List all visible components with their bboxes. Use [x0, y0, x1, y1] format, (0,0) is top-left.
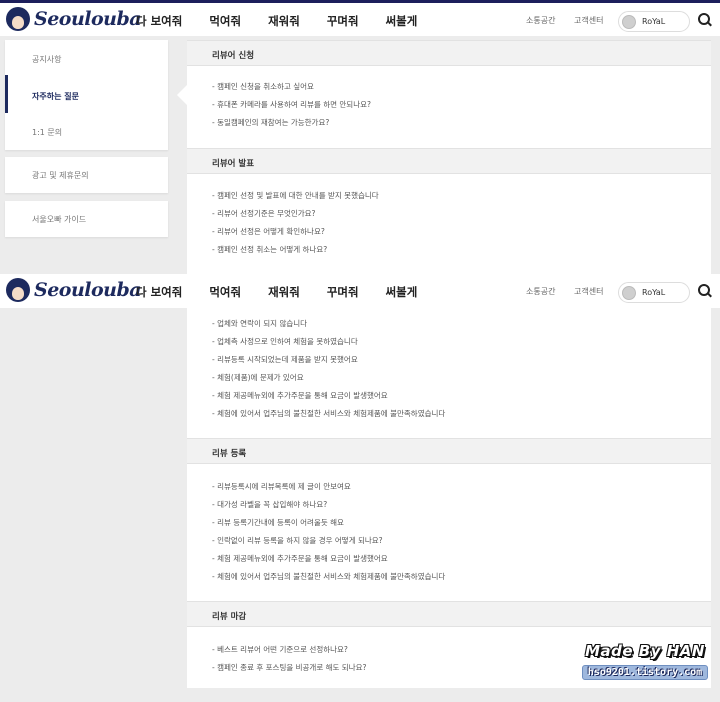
- header-bar: Seoulouba 다 보여줘 먹여줘 재워줘 꾸며줘 써볼게 소통공간 고객센…: [0, 274, 720, 308]
- faq-item[interactable]: - 인락없이 리뷰 등록을 하지 않을 경우 어떻게 되나요?: [212, 535, 383, 546]
- faq-item[interactable]: - 휴대폰 카메라를 사용하여 리뷰를 하면 안되나요?: [212, 99, 371, 110]
- section-title: 리뷰 등록: [212, 449, 247, 459]
- sidebar-item-ad-inquiry[interactable]: 광고 및 제휴문의: [32, 170, 89, 181]
- avatar: [622, 14, 636, 29]
- section-title: 리뷰어 발표: [212, 159, 255, 169]
- nav-item-food[interactable]: 먹여줘: [209, 13, 241, 29]
- search-icon[interactable]: [698, 284, 712, 298]
- logo-text: Seoulouba: [34, 279, 142, 301]
- nav-item-stay[interactable]: 재워줘: [268, 13, 300, 29]
- watermark-title: Made By HAN: [585, 642, 705, 660]
- username: RoYaL: [642, 288, 666, 297]
- screenshot-bottom: Seoulouba 다 보여줘 먹여줘 재워줘 꾸며줘 써볼게 소통공간 고객센…: [0, 274, 720, 702]
- sidebar-menu: 공지사항 자주하는 질문 1:1 문의: [5, 40, 168, 150]
- community-link[interactable]: 소통공간: [526, 15, 555, 26]
- faq-item[interactable]: - 체험에 있어서 업주님의 불친절한 서비스와 체험제품에 불만족하였습니다: [212, 408, 445, 419]
- faq-item[interactable]: - 업체측 사정으로 인하여 체험을 못하였습니다: [212, 336, 358, 347]
- faq-item[interactable]: - 리뷰어 선정기준은 무엇인가요?: [212, 208, 316, 219]
- nav-item-stay[interactable]: 재워줘: [268, 284, 300, 300]
- support-link[interactable]: 고객센터: [574, 286, 603, 297]
- faq-item[interactable]: - 베스트 리뷰어 어떤 기준으로 선정하나요?: [212, 644, 348, 655]
- active-indicator: [5, 75, 8, 113]
- nav-item-beauty[interactable]: 꾸며줘: [327, 284, 359, 300]
- faq-item[interactable]: - 대가성 라벨을 꼭 삽입해야 하나요?: [212, 499, 327, 510]
- search-icon[interactable]: [698, 13, 712, 27]
- logo-mascot-icon: [6, 7, 30, 31]
- sidebar-guide-card[interactable]: 서울오빠 가이드: [5, 201, 168, 237]
- faq-item[interactable]: - 캠페인 선정 취소는 어떻게 하나요?: [212, 244, 327, 255]
- main-nav: 다 보여줘 먹여줘 재워줘 꾸며줘 써볼게: [136, 284, 444, 300]
- main-nav: 다 보여줘 먹여줘 재워줘 꾸며줘 써볼게: [136, 13, 444, 29]
- section-header-apply: 리뷰어 신청: [187, 40, 711, 66]
- faq-item[interactable]: - 캠페인 신청을 취소하고 싶어요: [212, 81, 314, 92]
- section-title: 리뷰 마감: [212, 612, 247, 622]
- screenshot-top: Seoulouba 다 보여줘 먹여줘 재워줘 꾸며줘 써볼게 소통공간 고객센…: [0, 0, 720, 274]
- watermark: Made By HAN hso9201.tistory.com: [578, 642, 712, 680]
- section-header-register: 리뷰 등록: [187, 438, 711, 464]
- sidebar-item-guide[interactable]: 서울오빠 가이드: [32, 214, 86, 225]
- faq-item[interactable]: - 캠페인 선정 및 발표에 대한 안내를 받지 못했습니다: [212, 190, 379, 201]
- nav-item-beauty[interactable]: 꾸며줘: [327, 13, 359, 29]
- section-header-deadline: 리뷰 마감: [187, 601, 711, 627]
- sidebar-item-faq[interactable]: 자주하는 질문: [32, 91, 79, 102]
- faq-item[interactable]: - 리뷰 등록기간내에 등록이 어려울듯 해요: [212, 517, 344, 528]
- nav-item-food[interactable]: 먹여줘: [209, 284, 241, 300]
- faq-item[interactable]: - 리뷰등록 시작되었는데 제품을 받지 못했어요: [212, 354, 358, 365]
- support-link[interactable]: 고객센터: [574, 15, 603, 26]
- faq-item[interactable]: - 캠페인 종료 후 포스팅을 비공개로 해도 되나요?: [212, 662, 366, 673]
- username: RoYaL: [642, 17, 666, 26]
- section-header-announce: 리뷰어 발표: [187, 148, 711, 174]
- faq-item[interactable]: - 업체와 연락이 되지 않습니다: [212, 318, 307, 329]
- nav-item-all[interactable]: 다 보여줘: [136, 13, 182, 29]
- faq-item[interactable]: - 동일캠페인의 재참여는 가능한가요?: [212, 117, 329, 128]
- faq-item[interactable]: - 체험에 있어서 업주님의 불친절한 서비스와 체험제품에 불만족하였습니다: [212, 571, 445, 582]
- faq-item[interactable]: - 리뷰등록시에 리뷰목록에 제 글이 안보여요: [212, 481, 351, 492]
- faq-content: [187, 308, 711, 688]
- avatar: [622, 285, 636, 300]
- logo[interactable]: Seoulouba: [6, 7, 142, 31]
- nav-item-all[interactable]: 다 보여줘: [136, 284, 182, 300]
- nav-item-products[interactable]: 써볼게: [386, 13, 418, 29]
- sidebar-item-inquiry[interactable]: 1:1 문의: [32, 127, 62, 138]
- logo[interactable]: Seoulouba: [6, 278, 142, 302]
- faq-item[interactable]: - 체험 제공메뉴외에 추가주문을 통해 요금이 발생했어요: [212, 390, 388, 401]
- community-link[interactable]: 소통공간: [526, 286, 555, 297]
- user-menu[interactable]: RoYaL: [618, 11, 690, 32]
- user-menu[interactable]: RoYaL: [618, 282, 690, 303]
- faq-item[interactable]: - 리뷰어 선정은 어떻게 확인하나요?: [212, 226, 325, 237]
- active-pointer: [177, 85, 187, 105]
- sidebar-item-notice[interactable]: 공지사항: [32, 54, 61, 65]
- faq-item[interactable]: - 체험 제공메뉴외에 추가주문을 통해 요금이 발생했어요: [212, 553, 388, 564]
- watermark-url: hso9201.tistory.com: [581, 665, 709, 680]
- nav-item-products[interactable]: 써볼게: [386, 284, 418, 300]
- header-bar: Seoulouba 다 보여줘 먹여줘 재워줘 꾸며줘 써볼게 소통공간 고객센…: [0, 0, 720, 36]
- sidebar-ad-card[interactable]: 광고 및 제휴문의: [5, 157, 168, 193]
- logo-mascot-icon: [6, 278, 30, 302]
- section-title: 리뷰어 신청: [212, 51, 255, 61]
- logo-text: Seoulouba: [34, 8, 142, 30]
- faq-item[interactable]: - 체험(제품)에 문제가 있어요: [212, 372, 304, 383]
